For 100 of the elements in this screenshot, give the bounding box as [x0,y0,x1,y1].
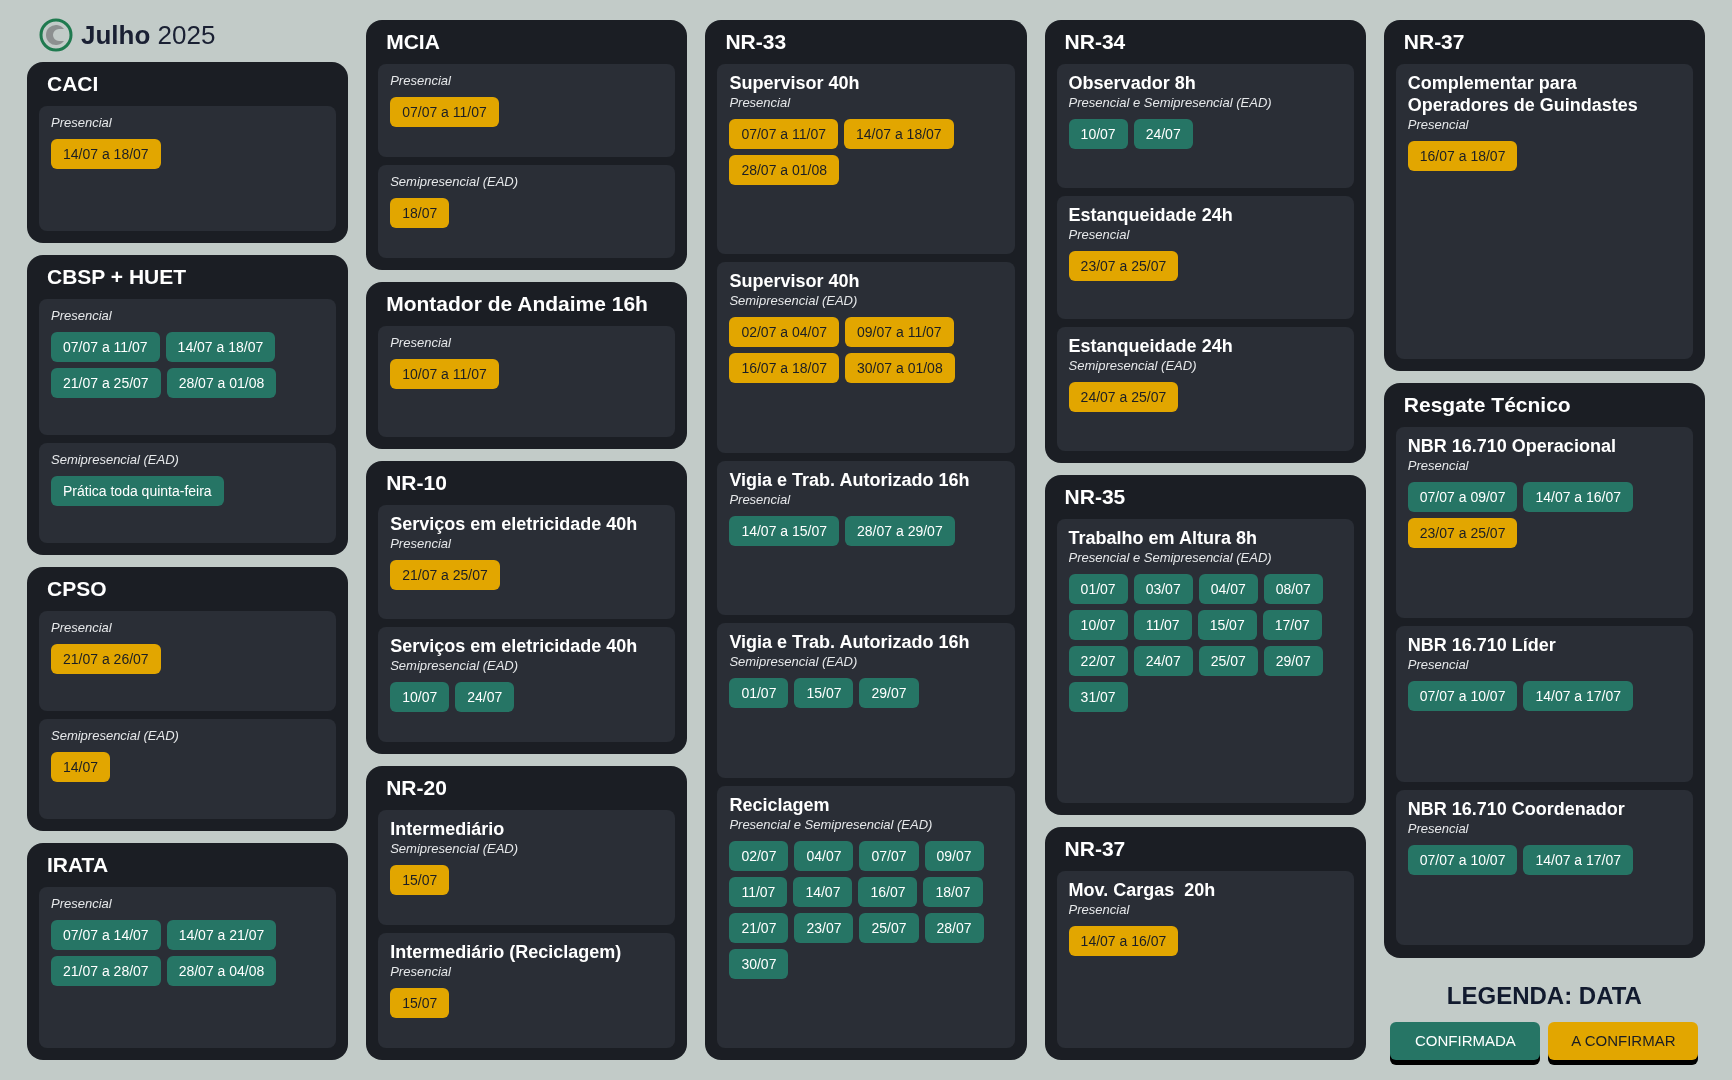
date-badge: 28/07 [924,912,984,943]
category-title: NR-20 [385,775,448,802]
date-badge: 28/07 a 01/08 [166,368,277,398]
course-mode: Semipresencial (EAD) [390,657,520,675]
category-title: CBSP + HUET [46,264,188,290]
date-badge: 21/07 a 26/07 [51,644,161,674]
date-badge: 07/07 a 11/07 [729,119,838,149]
date-badge: 22/07 [1068,645,1128,676]
date-badge: 04/07 [794,840,854,871]
date-badge: 24/07 [1133,119,1193,149]
date-badge: 17/07 [1262,609,1322,640]
date-badge: 01/07 [1068,573,1128,604]
date-badge: Prática toda quinta-feira [51,476,224,506]
date-badge: 24/07 [455,682,515,713]
date-badge: 14/07 [793,876,853,907]
course-name: Vigia e Trab. Autorizado 16h [729,468,971,491]
date-badge: 21/07 [729,912,789,943]
date-badge: 23/07 a 25/07 [1407,517,1518,548]
date-badge: 01/07 [729,678,789,709]
course-name: Serviços em eletricidade 40h [390,635,639,658]
date-badge: 10/07 [390,682,450,713]
course-name: Supervisor 40h [729,72,861,94]
course-name: Estanqueidade 24h [1068,335,1234,358]
date-badge: 28/07 a 04/08 [166,956,277,986]
course-mode: Presencial [51,114,113,131]
course-mode: Semipresencial (EAD) [51,451,180,468]
category-title: IRATA [46,852,110,878]
date-badge: 31/07 [1068,681,1128,712]
date-badge: 11/07 [729,876,788,907]
course-mode: Semipresencial (EAD) [390,172,520,190]
date-badge: 07/07 a 11/07 [390,97,499,127]
category-title: Montador de Andaime 16h [385,290,649,317]
date-badge: 07/07 a 09/07 [1407,481,1518,512]
date-badge: 07/07 [859,840,919,871]
date-badge: 15/07 [1197,609,1257,640]
month-title: Julho 2025 [81,18,216,52]
date-badge: 28/07 a 29/07 [845,515,955,546]
date-badge: 16/07 a 18/07 [729,353,840,384]
date-badge: 14/07 a 17/07 [1523,844,1634,875]
date-badge: 15/07 [794,678,854,709]
category-title: NR-34 [1063,29,1127,55]
course-mode: Presencial [51,619,113,636]
date-badge: 28/07 a 01/08 [729,155,840,185]
date-badge: 09/07 a 11/07 [845,317,954,348]
course-mode: Presencial [1407,116,1470,133]
course-mode: Presencial [1407,819,1470,837]
category-title: CACI [46,71,100,97]
date-badge: 07/07 a 11/07 [51,332,160,362]
date-badge: 11/07 [1133,609,1192,640]
date-badge: 30/07 [729,948,789,979]
date-badge: 02/07 a 04/07 [729,317,840,348]
course-mode: Presencial e Semipresencial (EAD) [1068,548,1273,566]
course-mode: Presencial [729,94,792,111]
date-badge: 07/07 a 10/07 [1407,844,1518,875]
course-name: Intermediário [390,818,506,841]
course-name: Estanqueidade 24h [1068,203,1234,226]
course-name: Mov. Cargas 20h [1068,879,1217,902]
date-badge: 14/07 a 16/07 [1068,926,1179,957]
date-badge: 15/07 [390,865,450,896]
date-badge: 04/07 [1198,573,1258,604]
date-badge: 23/07 [794,912,854,943]
course-mode: Presencial [1407,456,1470,474]
course-mode: Presencial e Semipresencial (EAD) [729,815,934,833]
course-mode: Presencial e Semipresencial (EAD) [1068,94,1273,111]
course-mode: Semipresencial (EAD) [729,292,859,310]
course-mode: Presencial [390,963,452,981]
date-badge: 21/07 a 25/07 [390,559,500,590]
date-badge: 07/07 a 10/07 [1407,681,1518,712]
course-name: NBR 16.710 Líder [1407,634,1557,657]
course-name: Observador 8h [1068,72,1197,94]
category-title: NR-33 [724,29,788,55]
date-badge: 18/07 [923,876,983,907]
course-mode: Semipresencial (EAD) [1068,357,1198,375]
date-badge: 16/07 [858,876,918,907]
date-badge: 18/07 [390,197,450,228]
date-badge: 08/07 [1263,573,1323,604]
date-badge: 09/07 [924,840,984,871]
date-badge: 16/07 a 18/07 [1407,141,1518,171]
course-mode: Presencial [729,490,792,508]
category-title: CPSO [46,576,108,602]
date-badge: 14/07 [51,752,111,782]
date-badge: 29/07 [1263,645,1323,676]
course-name: Reciclagem [729,793,831,816]
date-badge: 14/07 a 17/07 [1523,681,1634,712]
date-badge: 10/07 [1068,119,1128,149]
date-badge: 29/07 [859,678,919,709]
date-badge: 03/07 [1133,573,1193,604]
date-badge: 14/07 a 18/07 [844,119,954,149]
date-badge: 10/07 a 11/07 [390,358,499,389]
course-mode: Presencial [1068,901,1131,919]
date-badge: 14/07 a 18/07 [165,332,276,362]
date-badge: 23/07 a 25/07 [1068,250,1179,281]
date-badge: 14/07 a 21/07 [166,920,277,950]
course-mode: Presencial [390,534,452,552]
date-badge: 14/07 a 16/07 [1523,481,1634,512]
course-name: Serviços em eletricidade 40h [390,512,639,535]
date-badge: 21/07 a 25/07 [51,368,161,398]
date-badge: 10/07 [1068,609,1128,640]
date-badge: 24/07 a 25/07 [1068,382,1179,413]
category-title: NR-10 [385,469,448,496]
